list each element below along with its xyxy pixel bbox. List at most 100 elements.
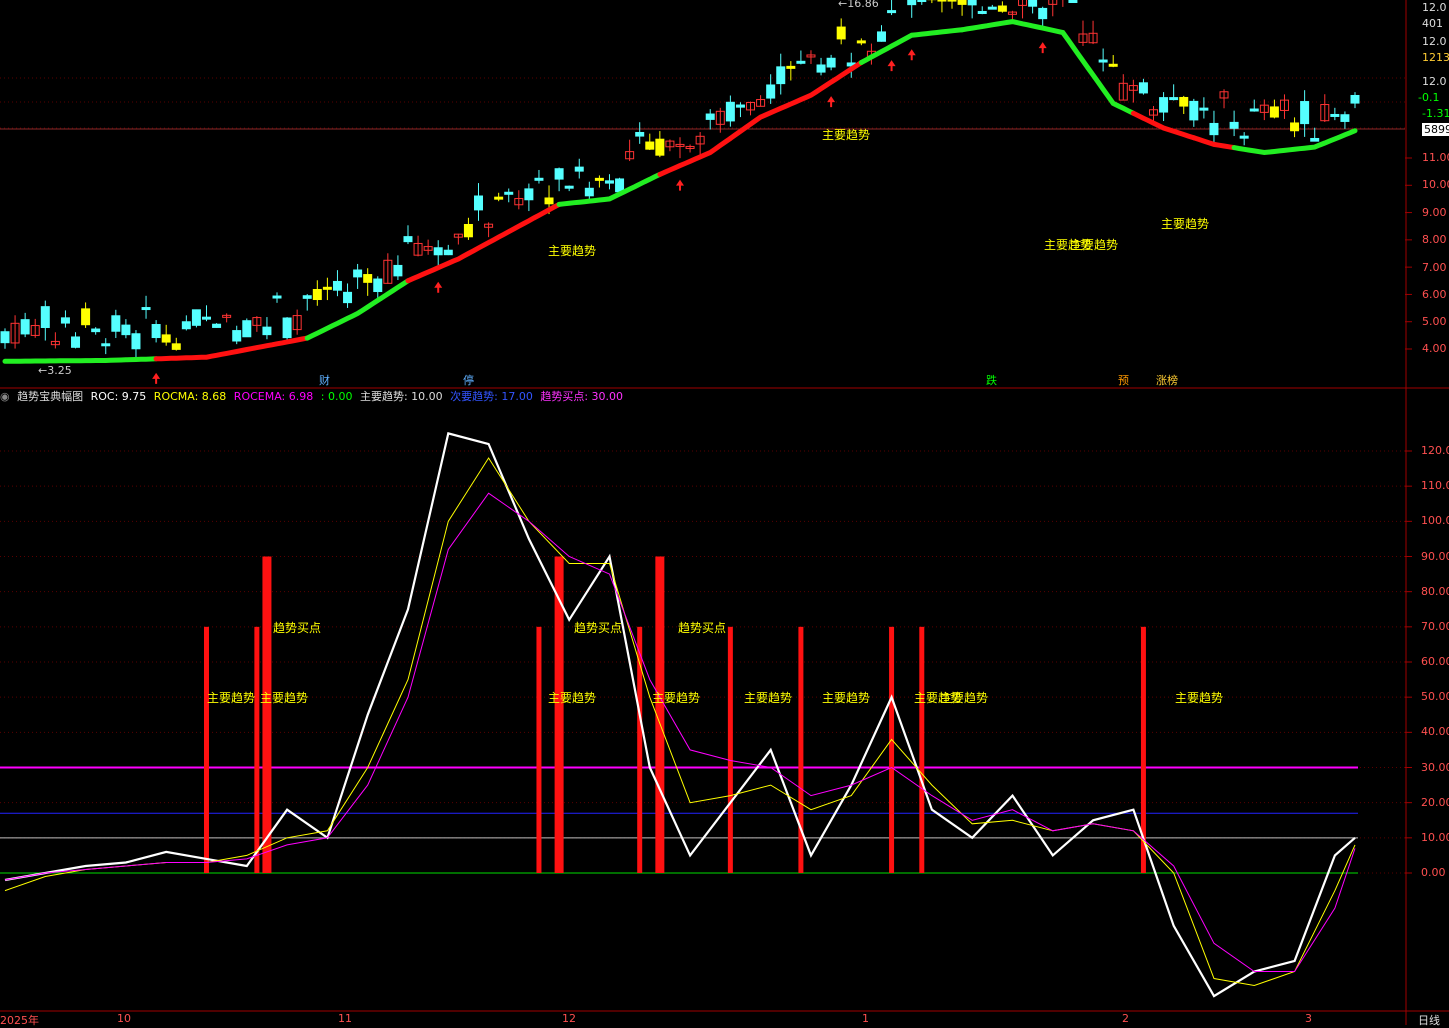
candle-body — [353, 269, 363, 278]
candle-body — [1108, 63, 1118, 67]
candle-body — [1199, 107, 1209, 111]
candle-body — [615, 178, 625, 193]
indicator-name: 趋势宝典幅图 — [17, 390, 84, 403]
candle-body — [1209, 122, 1219, 136]
candle-body — [776, 66, 786, 85]
candle-body — [725, 101, 735, 122]
osc-main-trend-label: 主要趋势 — [744, 691, 793, 705]
signal-bar — [536, 626, 542, 873]
price-axis-label: 10.00 — [1422, 178, 1449, 191]
candle-body — [101, 343, 111, 347]
candle-body — [997, 5, 1007, 12]
trend-line-segment — [2, 356, 159, 364]
buy-arrow-icon — [907, 49, 916, 61]
period-label[interactable]: 日线 — [1418, 1012, 1440, 1028]
candle-body — [343, 291, 353, 304]
candle-body — [232, 330, 242, 342]
candle-body — [363, 274, 373, 283]
settings-icon[interactable]: ◉ — [0, 390, 10, 403]
event-badge-earnings[interactable]: 财 — [318, 374, 331, 387]
indicator-axis-label: 100.00 — [1421, 514, 1449, 528]
candle-body — [1239, 135, 1249, 139]
osc-buy-label: 趋势买点 — [574, 621, 623, 635]
event-badge-drop[interactable]: 跌 — [985, 374, 998, 387]
candle-body — [1169, 97, 1179, 101]
candle-body — [786, 65, 796, 69]
rocma-legend: ROCMA: 8.68 — [153, 390, 227, 403]
osc-main-trend-label: 主要趋势 — [548, 691, 597, 705]
buy-arrow-icon — [827, 96, 836, 108]
candle-body — [1350, 94, 1360, 104]
buy-arrow-icon — [434, 281, 443, 293]
candle-body — [554, 168, 564, 180]
candle-body — [947, 0, 957, 2]
candle-body — [373, 278, 383, 293]
indicator-axis-label: 60.00 — [1421, 655, 1449, 668]
price-axis-label: 7.00 — [1422, 261, 1447, 274]
candle-body — [826, 57, 836, 68]
candle-body — [1159, 97, 1169, 113]
buy-arrow-icon — [676, 179, 684, 191]
candle-body — [796, 60, 806, 64]
candle-body — [1330, 113, 1340, 117]
price-axis-label: 1213 — [1422, 51, 1449, 64]
candle-body — [574, 166, 584, 172]
time-axis-label: 1 — [862, 1012, 869, 1025]
candle-body — [81, 308, 91, 326]
event-badge-suspend[interactable]: 停 — [462, 374, 475, 387]
indicator-axis-label: 90.00 — [1421, 549, 1449, 563]
price-axis-label: 401 — [1422, 17, 1443, 30]
candle-body — [494, 196, 504, 200]
osc-buy-label: 趋势买点 — [273, 621, 322, 635]
chart-canvas[interactable] — [0, 0, 1449, 1025]
event-badge-forecast[interactable]: 预 — [1117, 374, 1130, 387]
indicator-axis-label: 50.00 — [1421, 690, 1449, 704]
price-axis-label: -0.1 — [1418, 91, 1440, 104]
candle-body — [816, 64, 826, 73]
candle-body — [534, 177, 544, 181]
signal-bar — [889, 626, 895, 873]
signal-bar — [919, 626, 925, 873]
indicator-axis-label: 70.00 — [1421, 619, 1449, 633]
candle-body — [564, 185, 574, 189]
main-trend-annotation: 主要趋势 — [1161, 217, 1210, 231]
buy-arrow-icon — [152, 372, 161, 384]
price-axis-label: 12.0 — [1422, 1, 1447, 14]
osc-main-trend-label: 主要趋势 — [1175, 691, 1224, 705]
current-price-tag: 5899 — [1422, 123, 1449, 136]
event-badge-rank[interactable]: 涨榜 — [1155, 374, 1179, 387]
rocema-legend: ROCEMA: 6.98 — [233, 390, 314, 403]
roc-legend: ROC: 9.75 — [90, 390, 147, 403]
candle-body — [1340, 114, 1350, 122]
candle-body — [594, 177, 604, 181]
osc-main-trend-label: 主要趋势 — [260, 691, 309, 705]
candle-body — [272, 295, 282, 299]
candle-body — [111, 315, 121, 332]
candle-body — [141, 307, 151, 311]
oscillator-panel — [0, 432, 1405, 998]
candle-body — [463, 223, 473, 238]
candle-body — [1310, 137, 1320, 142]
candle-body — [1179, 96, 1189, 107]
candle-body — [504, 191, 514, 195]
price-axis-label: 12.0 — [1422, 35, 1447, 48]
price-axis-label: 5.00 — [1422, 315, 1447, 328]
candle-body — [887, 10, 897, 14]
osc-buy-label: 趋势买点 — [678, 621, 727, 635]
candle-body — [60, 317, 70, 324]
signal-bar — [262, 556, 272, 873]
candle-body — [201, 316, 211, 320]
candle-body — [151, 324, 161, 339]
secondary-trend-legend: 次要趋势: 17.00 — [450, 390, 533, 403]
candle-body — [171, 343, 181, 350]
candle-body — [524, 188, 534, 201]
main-trend-annotation: 主要趋势 — [548, 244, 597, 258]
candle-body — [907, 0, 917, 6]
candle-body — [977, 10, 987, 14]
buy-arrow-icon — [1038, 42, 1047, 54]
candle-body — [1189, 100, 1199, 121]
indicator-axis-label: 110.00 — [1421, 479, 1449, 493]
price-axis-label: -1.31% — [1422, 107, 1449, 120]
osc-main-trend-label: 主要趋势 — [207, 691, 256, 705]
trend-line-segment — [657, 135, 733, 177]
